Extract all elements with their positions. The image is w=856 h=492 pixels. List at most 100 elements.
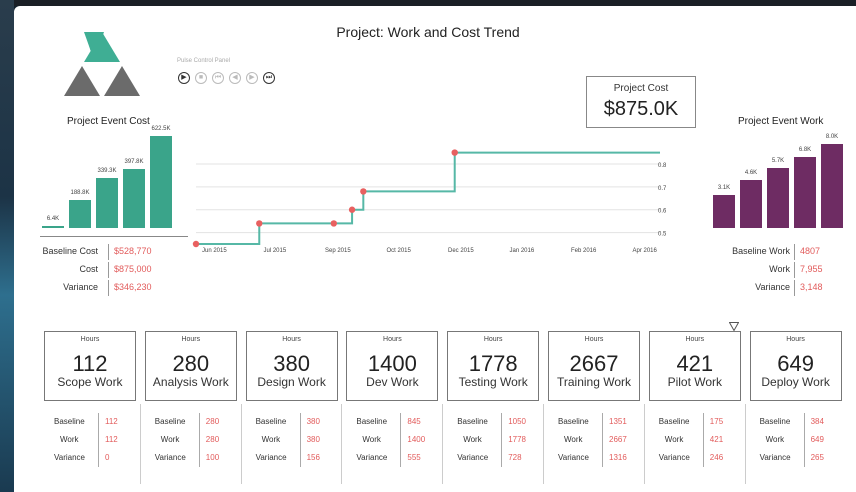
cost-bar-label: 397.8K — [124, 159, 144, 166]
x-tick-label: Feb 2016 — [571, 248, 597, 254]
work-mini-stats: Baseline 384 Work 649 Variance 265 — [760, 413, 824, 467]
variance-label: Variance — [255, 453, 287, 462]
data-point[interactable] — [451, 149, 458, 156]
cost-bar[interactable] — [96, 177, 118, 228]
x-tick-label: Jun 2015 — [202, 248, 227, 254]
stop-icon[interactable]: ■ — [195, 72, 207, 84]
work-value: 380 — [299, 431, 320, 449]
cost-bar[interactable] — [69, 200, 91, 228]
skip-forward-icon[interactable]: ⏭ — [263, 72, 275, 84]
cost-bar[interactable] — [123, 169, 145, 228]
cost-bar[interactable] — [42, 226, 64, 228]
step-forward-icon[interactable]: ▶ — [246, 72, 258, 84]
hours-card[interactable]: Hours 649 Deploy Work — [749, 331, 842, 401]
stat-value: $875,000 — [114, 264, 152, 274]
work-mini-stats: Baseline 112 Work 112 Variance 0 — [54, 413, 118, 467]
x-tick-label: Oct 2015 — [387, 248, 412, 254]
hours-value: 112 — [72, 351, 108, 376]
desktop-background — [0, 0, 14, 492]
hours-card[interactable]: Hours 380 Design Work — [245, 331, 338, 401]
work-bar[interactable] — [767, 168, 789, 228]
variance-label: Variance — [558, 453, 589, 462]
y-tick-label: 0.70M — [658, 186, 666, 192]
hours-card[interactable]: Hours 1778 Testing Work — [447, 331, 540, 401]
hours-label: Hours — [383, 336, 402, 343]
hours-card[interactable]: Hours 421 Pilot Work — [648, 331, 741, 401]
baseline-label: Baseline — [658, 417, 690, 426]
work-type-name: Training Work — [556, 375, 632, 389]
variance-label: Variance — [759, 453, 791, 462]
stat-separator — [108, 280, 109, 296]
stat-separator — [794, 244, 795, 260]
y-tick-label: 0.60M — [658, 209, 666, 215]
variance-value: 100 — [198, 449, 219, 467]
x-tick-label: Jan 2016 — [510, 248, 535, 254]
hours-value: 421 — [676, 351, 714, 376]
work-type-name: Dev Work — [366, 375, 419, 389]
work-value: 280 — [198, 431, 219, 449]
stat-value: 3,148 — [800, 282, 823, 292]
baseline-label: Baseline — [154, 417, 186, 426]
cost-bar-label: 339.3K — [97, 167, 117, 174]
play-control-label: Pulse Control Panel — [177, 58, 231, 64]
stat-separator — [794, 280, 795, 296]
work-bar[interactable] — [794, 156, 816, 228]
variance-label: Variance — [356, 453, 388, 462]
data-point[interactable] — [192, 240, 200, 248]
hours-value: 2667 — [569, 351, 619, 376]
stat-separator — [108, 244, 109, 260]
play-icon[interactable]: ▶ — [178, 72, 190, 84]
work-value: 2667 — [602, 431, 627, 449]
work-bar[interactable] — [821, 144, 843, 228]
baseline-value: 1351 — [602, 413, 627, 431]
logo-icon — [64, 32, 140, 96]
hours-card[interactable]: Hours 1400 Dev Work — [346, 331, 439, 401]
work-bar[interactable] — [740, 179, 762, 228]
data-point[interactable] — [256, 220, 263, 227]
hours-card[interactable]: Hours 2667 Training Work — [548, 331, 640, 401]
stat-label: Cost — [79, 264, 98, 274]
work-type-name: Scope Work — [57, 375, 123, 389]
variance-value: 246 — [702, 449, 723, 467]
event-work-title: Project Event Work — [738, 116, 824, 127]
work-type-name: Design Work — [257, 375, 326, 389]
column-separator — [442, 404, 444, 484]
stat-value: 4807 — [800, 246, 821, 256]
data-point[interactable] — [330, 220, 337, 227]
work-value: 112 — [98, 431, 118, 449]
page-title: Project: Work and Cost Trend — [336, 24, 520, 40]
hours-label: Hours — [181, 336, 201, 343]
filter-icon[interactable] — [729, 322, 739, 331]
hours-card[interactable]: Hours 280 Analysis Work — [144, 331, 237, 401]
stat-value: $528,770 — [114, 246, 152, 256]
hours-value: 649 — [777, 351, 814, 376]
data-point[interactable] — [348, 206, 356, 213]
stat-separator — [794, 262, 795, 278]
work-value: 1400 — [400, 431, 425, 449]
stat-value: 7,955 — [800, 264, 823, 274]
work-value: 421 — [702, 431, 723, 449]
work-label: Work — [160, 435, 180, 444]
chart-baseline — [40, 236, 188, 237]
column-separator — [744, 404, 746, 484]
baseline-value: 280 — [198, 413, 219, 431]
skip-back-icon[interactable]: ⏮ — [212, 72, 224, 84]
step-back-icon[interactable]: ◀ — [229, 72, 241, 84]
x-tick-label: Jul 2015 — [264, 248, 287, 254]
data-point[interactable] — [360, 188, 367, 195]
work-mini-stats: Baseline 1351 Work 2667 Variance 1316 — [558, 413, 627, 467]
work-mini-stats: Baseline 1050 Work 1778 Variance 728 — [457, 413, 526, 467]
work-bar[interactable] — [713, 195, 735, 228]
baseline-label: Baseline — [759, 417, 791, 426]
hours-value: 280 — [172, 351, 210, 376]
variance-label: Variance — [154, 453, 186, 462]
work-bar-label: 5.7K — [771, 158, 785, 165]
hours-label: Hours — [786, 336, 805, 343]
work-bar-label: 3.1K — [717, 185, 731, 192]
cost-bar[interactable] — [150, 136, 172, 228]
baseline-value: 112 — [98, 413, 118, 431]
x-tick-label: Sep 2015 — [325, 248, 351, 254]
hours-card[interactable]: Hours 112 Scope Work — [44, 331, 136, 401]
baseline-label: Baseline — [255, 417, 287, 426]
work-type-name: Testing Work — [458, 375, 528, 389]
